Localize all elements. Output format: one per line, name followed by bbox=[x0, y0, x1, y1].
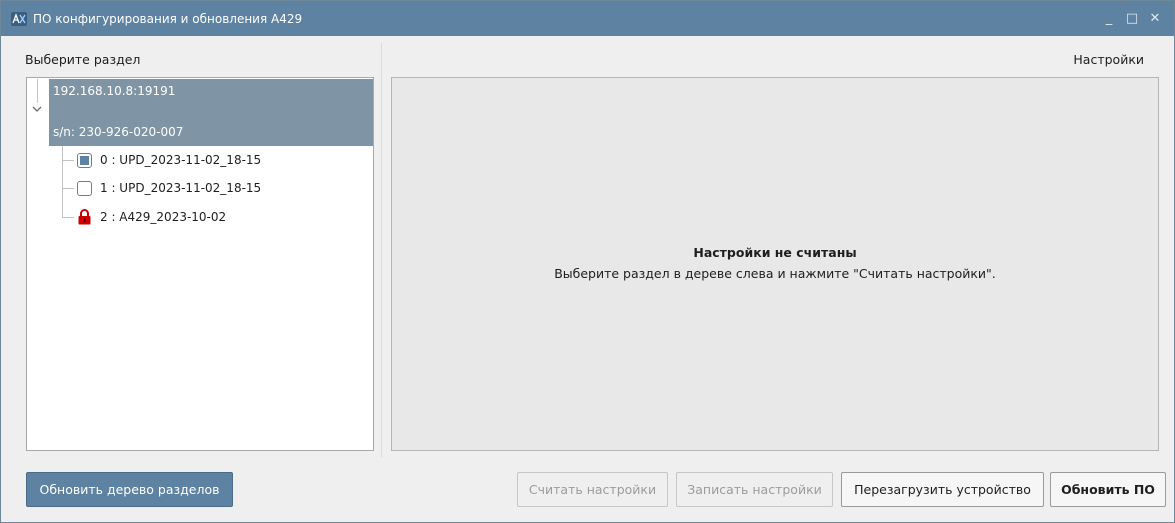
right-panel-label: Настройки bbox=[1073, 52, 1144, 67]
panel-splitter[interactable] bbox=[381, 43, 382, 457]
device-serial: s/n: 230-926-020-007 bbox=[53, 125, 184, 139]
partition-label: 1 : UPD_2023-11-02_18-15 bbox=[100, 181, 262, 195]
title-bar[interactable]: ПО конфигурирования и обновления А429 _ … bbox=[1, 1, 1174, 36]
lock-icon bbox=[78, 209, 91, 225]
settings-empty-title: Настройки не считаны bbox=[693, 245, 857, 260]
main-window: ПО конфигурирования и обновления А429 _ … bbox=[0, 0, 1175, 523]
tree-guide-line bbox=[37, 79, 38, 103]
tree-guide-line bbox=[62, 188, 74, 189]
refresh-tree-button[interactable]: Обновить дерево разделов bbox=[26, 472, 233, 507]
tree-item-partition[interactable]: 0 : UPD_2023-11-02_18-15 bbox=[77, 149, 261, 171]
settings-empty-hint: Выберите раздел в дереве слева и нажмите… bbox=[554, 266, 996, 281]
close-icon[interactable]: ✕ bbox=[1146, 9, 1164, 27]
chevron-down-icon[interactable] bbox=[32, 104, 42, 114]
tree-guide-line bbox=[62, 160, 74, 161]
tree-item-partition[interactable]: 2 : A429_2023-10-02 bbox=[77, 206, 226, 228]
left-panel-label: Выберите раздел bbox=[25, 52, 141, 67]
tree-guide-line bbox=[62, 217, 74, 218]
tree-item-device[interactable]: 192.168.10.8:19191 s/n: 230-926-020-007 bbox=[49, 79, 373, 146]
checkbox-icon[interactable] bbox=[77, 152, 92, 168]
settings-panel: Настройки не считаны Выберите раздел в д… bbox=[391, 77, 1159, 451]
partition-label: 0 : UPD_2023-11-02_18-15 bbox=[100, 153, 262, 167]
maximize-icon[interactable]: □ bbox=[1123, 9, 1141, 27]
partition-tree[interactable]: 192.168.10.8:19191 s/n: 230-926-020-007 … bbox=[26, 77, 374, 451]
app-logo-icon bbox=[11, 11, 27, 27]
write-settings-button[interactable]: Записать настройки bbox=[676, 472, 833, 507]
update-firmware-button[interactable]: Обновить ПО bbox=[1050, 472, 1166, 507]
device-ip: 192.168.10.8:19191 bbox=[53, 84, 176, 98]
minimize-icon[interactable]: _ bbox=[1100, 9, 1118, 27]
window-title: ПО конфигурирования и обновления А429 bbox=[33, 11, 303, 26]
tree-guide-line bbox=[62, 146, 63, 218]
checkbox-icon[interactable] bbox=[77, 180, 92, 196]
reboot-device-button[interactable]: Перезагрузить устройство bbox=[841, 472, 1044, 507]
partition-label: 2 : A429_2023-10-02 bbox=[100, 210, 227, 224]
tree-item-partition[interactable]: 1 : UPD_2023-11-02_18-15 bbox=[77, 177, 261, 199]
read-settings-button[interactable]: Считать настройки bbox=[517, 472, 668, 507]
